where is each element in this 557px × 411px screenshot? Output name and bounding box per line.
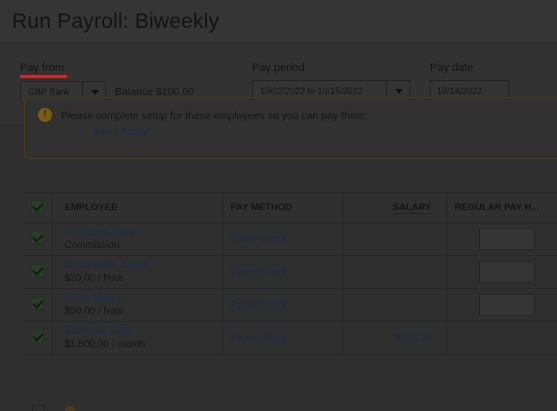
pay-date-value: 10/14/2022: [437, 86, 483, 96]
row-checkbox[interactable]: [31, 297, 45, 310]
warning-icon: [65, 406, 75, 411]
table-row: Strawhat, Luffy $1,500.00 / month Paper c…: [24, 321, 557, 355]
header-employee: EMPLOYEE: [52, 192, 223, 223]
select-all-checkbox-cell[interactable]: [24, 192, 53, 223]
header-regular-pay: REGULAR PAY H...: [446, 192, 557, 223]
table-row: Fullbuster, Gray Commission Paper check: [24, 222, 557, 256]
employee-rate: $50.00 / hour: [64, 305, 124, 317]
salary-header-label[interactable]: SALARY: [392, 202, 432, 214]
employee-table: EMPLOYEE PAY METHOD SALARY REGULAR PAY H…: [24, 192, 557, 355]
table-row: Roca, Mark c $50.00 / hour Paper check: [24, 288, 557, 322]
pay-date-label: Pay date: [430, 62, 474, 74]
pay-method-link[interactable]: Paper check: [231, 300, 287, 311]
employee-rate: $20.00 / hour: [64, 272, 124, 284]
pay-method-link[interactable]: Paper check: [231, 267, 287, 278]
employee-name-link[interactable]: Lumongtad, Juviel: [65, 259, 222, 272]
table-header-row: EMPLOYEE PAY METHOD SALARY REGULAR PAY H…: [24, 192, 557, 223]
header-pay-method: PAY METHOD: [222, 192, 343, 223]
employee-name-link[interactable]: Roca, Mark c: [65, 292, 222, 305]
warning-icon: !: [38, 108, 52, 122]
table-row: Lumongtad, Juviel $20.00 / hour Paper che…: [24, 255, 557, 289]
page-header: Run Payroll: Biweekly: [0, 0, 557, 44]
chevron-down-icon: [91, 90, 99, 95]
pay-method-link[interactable]: Paper check: [231, 234, 287, 245]
table-row-partial: [24, 398, 557, 411]
page-title: Run Payroll: Biweekly: [12, 10, 220, 33]
pay-from-value: GBP Bank: [28, 87, 70, 97]
setup-warning-banner: ! Please complete setup for these employ…: [24, 97, 557, 159]
regular-hours-input[interactable]: [478, 294, 535, 316]
employee-setup-link[interactable]: Imani Talley: [93, 126, 148, 138]
row-checkbox[interactable]: [31, 330, 45, 343]
pay-method-link[interactable]: Paper check: [231, 333, 287, 344]
row-checkbox[interactable]: [31, 231, 45, 244]
row-checkbox[interactable]: [31, 264, 45, 277]
employee-rate: Commission: [64, 239, 120, 251]
pay-from-underline: [20, 75, 67, 78]
regular-hours-input[interactable]: [478, 228, 535, 250]
salary-value: $692.31: [395, 332, 432, 344]
regular-hours-input[interactable]: [478, 261, 535, 283]
employee-rate: $1,500.00 / month: [64, 338, 146, 350]
payroll-main: Pay from GBP Bank Balance $100.00 Pay pe…: [0, 44, 557, 411]
pay-from-label: Pay from: [20, 62, 65, 74]
select-all-checkbox[interactable]: [31, 199, 45, 213]
employee-name-link[interactable]: Fullbuster, Gray: [65, 226, 222, 239]
employee-name-link[interactable]: Strawhat, Luffy: [65, 325, 222, 338]
row-checkbox[interactable]: [32, 405, 45, 411]
chevron-down-icon: [395, 89, 403, 94]
header-salary[interactable]: SALARY: [342, 192, 447, 223]
pay-period-value: 10/02/2022 to 10/15/2022: [260, 86, 363, 96]
warning-message: Please complete setup for these employee…: [61, 110, 368, 122]
pay-period-label: Pay period: [252, 62, 305, 74]
